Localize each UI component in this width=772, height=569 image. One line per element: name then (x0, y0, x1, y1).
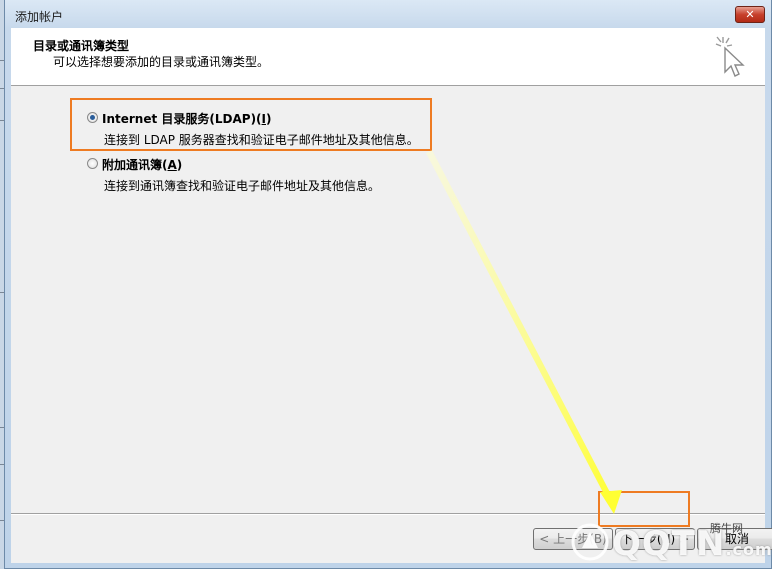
title-bar[interactable]: 添加帐户 ✕ (5, 0, 771, 28)
window-title: 添加帐户 (15, 10, 64, 24)
ldap-option-highlight (70, 98, 432, 151)
watermark-text: QQTN.com (612, 524, 772, 564)
address-book-description: 连接到通讯簿查找和验证电子邮件地址及其他信息。 (104, 179, 381, 193)
header-subtitle: 可以选择想要添加的目录或通讯簿类型。 (53, 55, 270, 69)
watermark-site-name: 腾牛网 (710, 522, 743, 535)
watermark-logo-icon (571, 523, 609, 561)
site-watermark: QQTN.com 腾牛网 (570, 518, 772, 566)
wizard-header: 目录或通讯簿类型 可以选择想要添加的目录或通讯簿类型。 (11, 28, 765, 86)
wizard-cursor-icon (715, 36, 745, 77)
close-button[interactable]: ✕ (735, 6, 765, 23)
header-title: 目录或通讯簿类型 (33, 39, 130, 53)
add-account-dialog: 添加帐户 ✕ 目录或通讯簿类型 可以选择想要添加的目录或通讯簿类型。 Inter… (4, 0, 772, 569)
address-book-radio[interactable] (87, 158, 98, 169)
address-book-label: 附加通讯簿(A) (102, 158, 183, 172)
